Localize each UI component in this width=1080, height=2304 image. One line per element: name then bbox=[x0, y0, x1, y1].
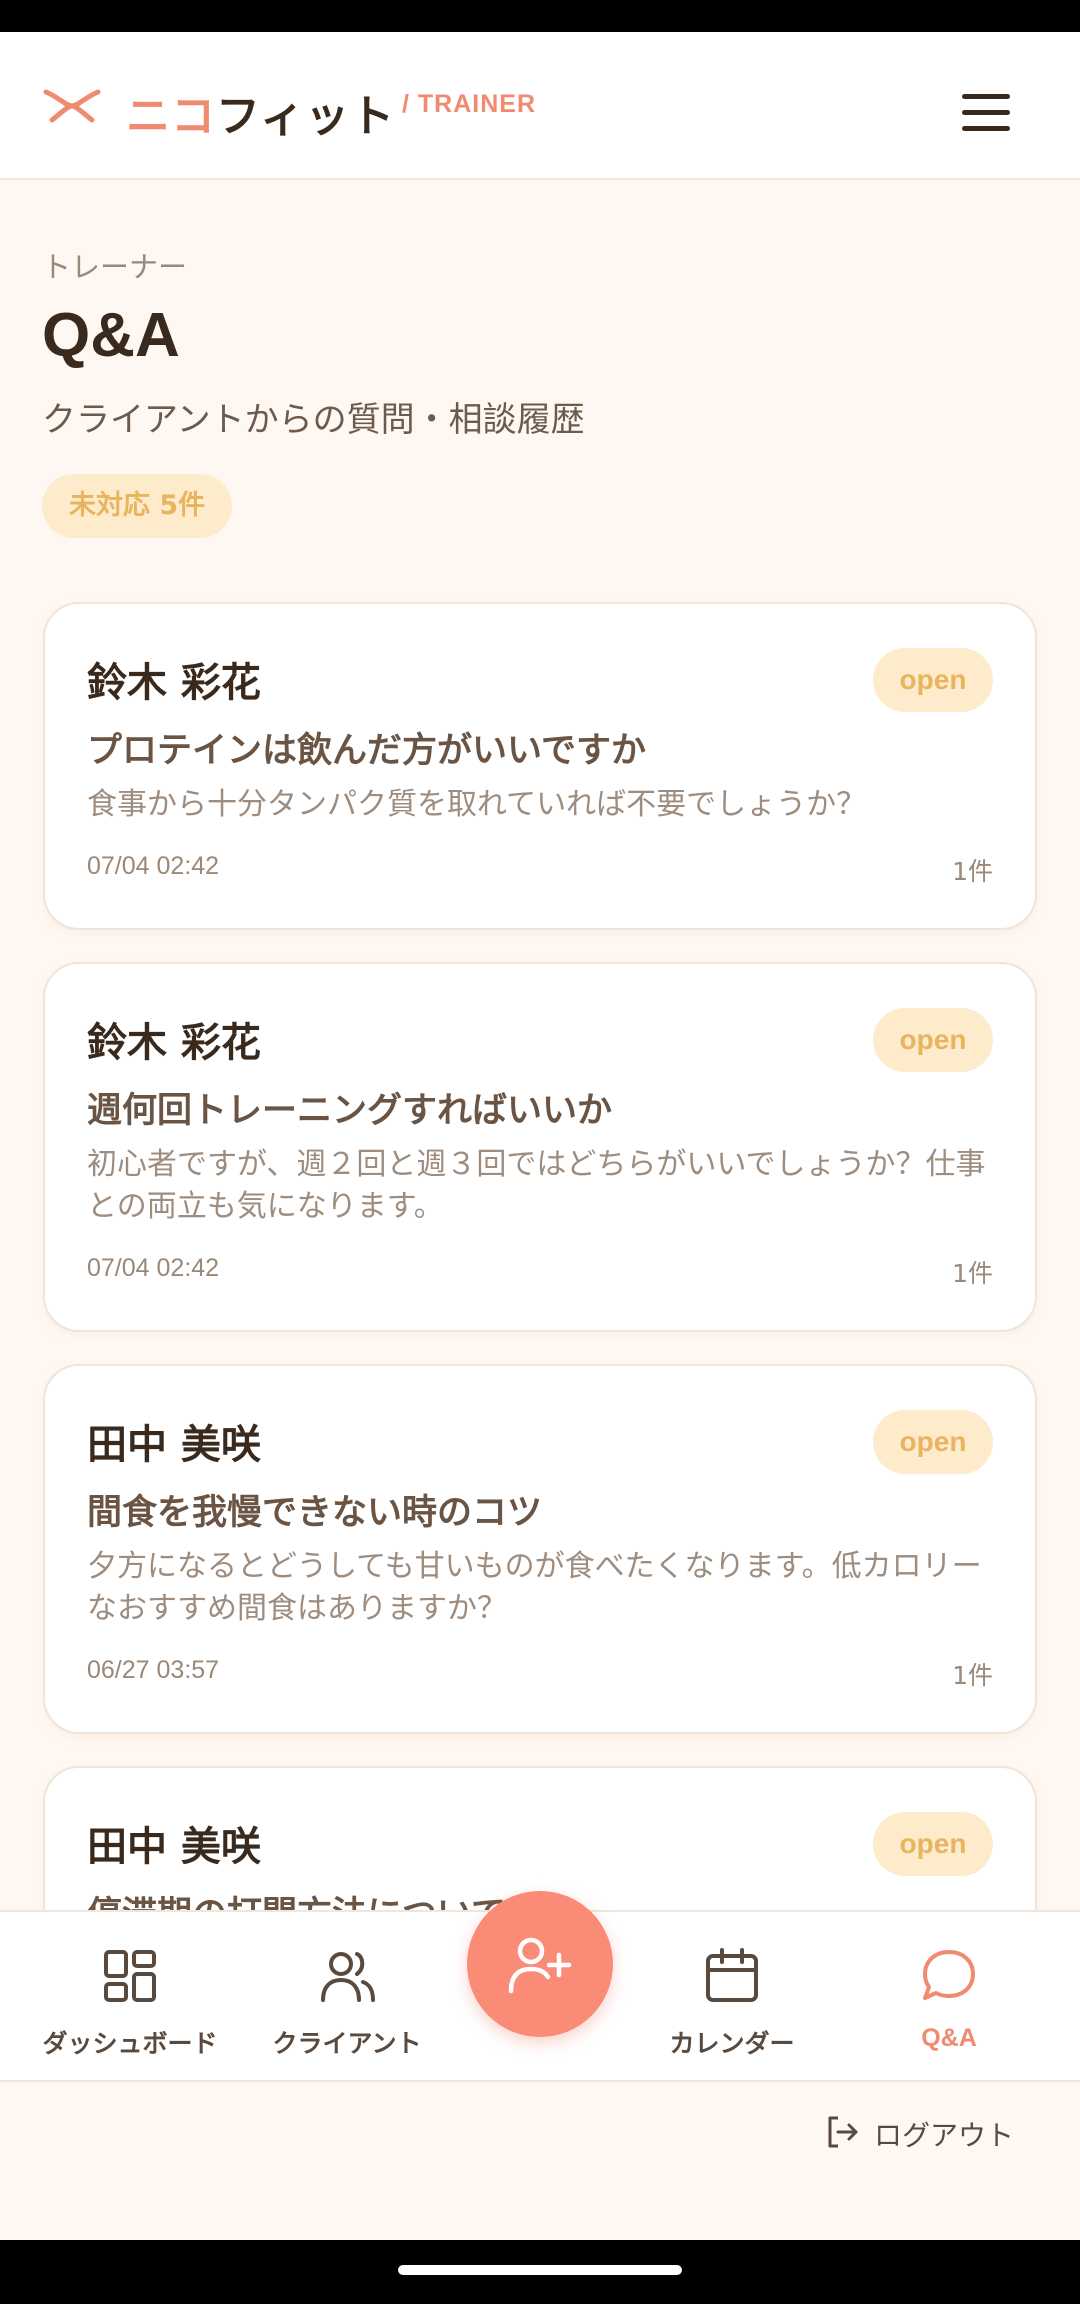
brand-role-label: / TRAINER bbox=[402, 90, 536, 118]
nav-label: カレンダー bbox=[669, 2029, 795, 2058]
logout-icon bbox=[828, 2116, 858, 2148]
dashboard-grid-icon bbox=[104, 1950, 156, 2002]
page-title: Q&A bbox=[42, 301, 180, 370]
question-author: 田中 美咲 bbox=[87, 1824, 261, 1870]
question-date: 07/04 02:42 bbox=[87, 852, 220, 880]
brand-part-2: フィット bbox=[216, 91, 396, 142]
add-client-fab[interactable] bbox=[467, 1891, 613, 2037]
status-bar bbox=[0, 0, 1080, 32]
home-indicator[interactable] bbox=[398, 2265, 682, 2275]
status-badge: open bbox=[873, 1008, 993, 1072]
question-author: 鈴木 彩花 bbox=[87, 660, 261, 706]
pending-count-badge: 未対応 5件 bbox=[42, 474, 233, 538]
question-subject: プロテインは飲んだ方がいいですか bbox=[87, 731, 646, 771]
chat-bubble-icon bbox=[923, 1950, 975, 2000]
nav-item-clients[interactable]: クライアント bbox=[247, 1912, 447, 2084]
question-body: 初心者ですが、週２回と週３回ではどちらがいいでしょうか？仕事との両立も気になりま… bbox=[87, 1147, 986, 1224]
users-icon bbox=[321, 1952, 375, 2002]
question-card[interactable]: 田中 美咲 open 間食を我慢できない時のコツ 夕方になるとどうしても甘いもの… bbox=[43, 1364, 1037, 1734]
nav-label: ダッシュボード bbox=[42, 2029, 218, 2058]
nav-item-dashboard[interactable]: ダッシュボード bbox=[20, 1912, 240, 2084]
app-header: ニコフィット / TRAINER bbox=[0, 32, 1080, 180]
question-date: 07/04 02:42 bbox=[87, 1254, 220, 1282]
hamburger-menu-button[interactable] bbox=[956, 84, 1016, 140]
reply-count: 1件 bbox=[952, 1259, 993, 1288]
system-navigation-bar bbox=[0, 2240, 1080, 2304]
status-badge: open bbox=[873, 1410, 993, 1474]
brand-part-1: ニコ bbox=[126, 91, 216, 142]
nav-label: クライアント bbox=[272, 2029, 422, 2058]
question-author: 鈴木 彩花 bbox=[87, 1020, 261, 1066]
page-eyebrow: トレーナー bbox=[42, 250, 188, 284]
add-user-icon bbox=[508, 1937, 572, 1994]
question-body: 夕方になるとどうしても甘いものが食べたくなります。低カロリーなおすすめ間食はあり… bbox=[87, 1549, 982, 1626]
nav-label: Q&A bbox=[921, 2024, 977, 2052]
calendar-icon bbox=[706, 1948, 758, 2002]
nav-item-calendar[interactable]: カレンダー bbox=[632, 1912, 832, 2084]
question-date: 06/27 03:57 bbox=[87, 1656, 220, 1684]
nav-item-qa[interactable]: Q&A bbox=[849, 1912, 1049, 2084]
question-card[interactable]: 鈴木 彩花 open プロテインは飲んだ方がいいですか 食事から十分タンパク質を… bbox=[43, 602, 1037, 930]
reply-count: 1件 bbox=[952, 857, 993, 886]
question-author: 田中 美咲 bbox=[87, 1422, 261, 1468]
question-subject: 間食を我慢できない時のコツ bbox=[87, 1493, 543, 1533]
question-card[interactable]: 鈴木 彩花 open 週何回トレーニングすればいいか 初心者ですが、週２回と週３… bbox=[43, 962, 1037, 1332]
logout-label: ログアウト bbox=[874, 2119, 1015, 2152]
ribbon-logo-icon bbox=[43, 89, 101, 123]
brand-logo-text[interactable]: ニコフィット bbox=[126, 80, 395, 144]
page-subtitle: クライアントからの質問・相談履歴 bbox=[42, 400, 585, 440]
question-body: 食事から十分タンパク質を取れていれば不要でしょうか？ bbox=[87, 787, 867, 822]
status-badge: open bbox=[873, 648, 993, 712]
status-badge: open bbox=[873, 1812, 993, 1876]
question-subject: 週何回トレーニングすればいいか bbox=[87, 1091, 613, 1131]
reply-count: 1件 bbox=[952, 1661, 993, 1690]
